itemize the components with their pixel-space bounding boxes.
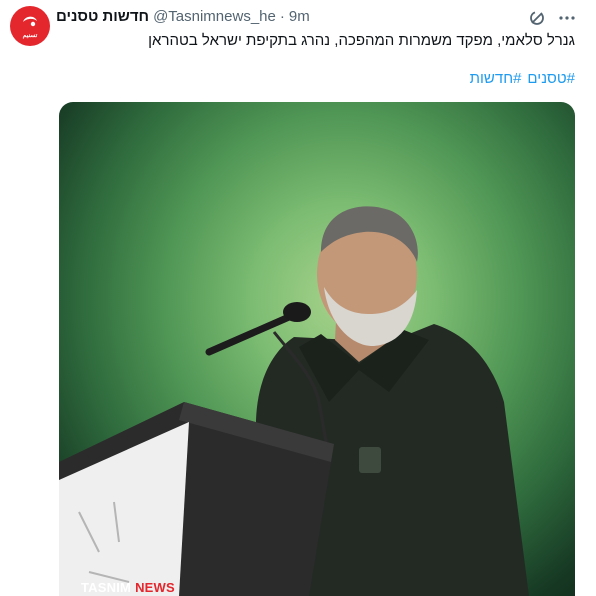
tasnim-logo-icon — [23, 16, 37, 27]
hashtag-link[interactable]: #חדשות — [470, 70, 522, 87]
avatar-logo-text: تسنیم — [22, 33, 38, 39]
watermark-tasnim: TASNIM — [81, 580, 132, 595]
post-header: חדשות טסנים @Tasnimnews_he · 9m — [56, 6, 310, 26]
tweet-text: גנרל סלאמי, מפקד משמרות המהפכה, נהרג בתק… — [148, 32, 575, 49]
hashtag-link[interactable]: #טסנים — [527, 70, 575, 87]
timestamp[interactable]: 9m — [289, 8, 310, 25]
photo-scene — [59, 206, 529, 596]
hashtags: #טסנים #חדשות — [470, 70, 575, 87]
handle[interactable]: @Tasnimnews_he — [153, 8, 276, 25]
media-watermark: TASNIM NEWS — [81, 580, 175, 595]
avatar[interactable]: تسنیم — [10, 6, 50, 46]
separator: · — [279, 7, 285, 25]
display-name[interactable]: חדשות טסנים — [56, 8, 149, 25]
watermark-news: NEWS — [135, 580, 175, 595]
post-image[interactable]: TASNIM NEWS — [59, 102, 575, 596]
more-icon[interactable] — [558, 9, 576, 27]
grok-icon[interactable] — [528, 9, 546, 27]
